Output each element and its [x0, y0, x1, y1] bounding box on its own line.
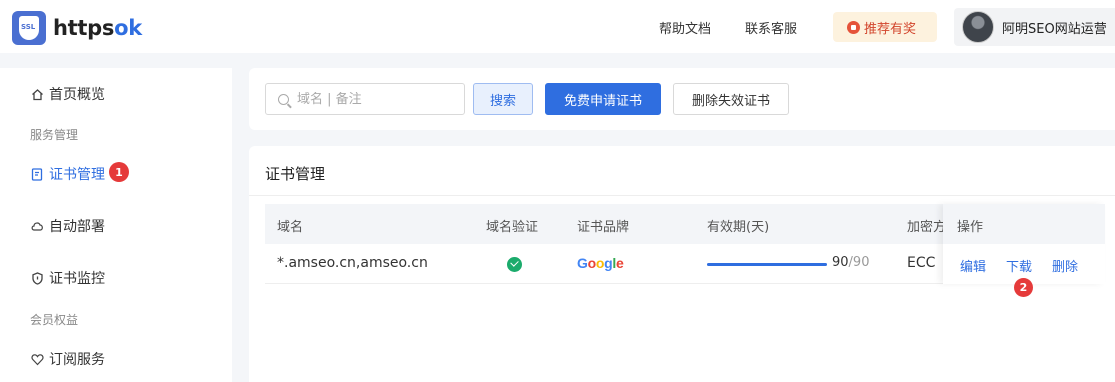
- column-header-verification: 域名验证: [486, 220, 539, 235]
- gift-icon: [847, 20, 860, 34]
- encryption-cell: ECC: [907, 255, 936, 271]
- column-header-validity: 有效期(天): [707, 220, 770, 235]
- operations-column: 操作 编辑 下载 删除 2: [943, 204, 1105, 297]
- operations-header: 操作: [943, 204, 1105, 244]
- cert-table-card: 证书管理 域名 域名验证 证书品牌 有效期(天) 加密方 *.amseo.cn,…: [249, 146, 1115, 382]
- column-header-encryption: 加密方: [907, 220, 947, 235]
- edit-link[interactable]: 编辑: [960, 256, 986, 275]
- sidebar-item-label: 首页概览: [49, 87, 105, 103]
- sidebar-item-cert-monitor[interactable]: 证书监控: [30, 268, 105, 288]
- avatar: [962, 11, 994, 43]
- sidebar-item-label: 证书管理: [49, 167, 105, 183]
- annotation-badge-2: 2: [1014, 278, 1033, 297]
- help-docs-link[interactable]: 帮助文档: [659, 18, 711, 37]
- column-header-operations: 操作: [957, 220, 984, 235]
- delete-link[interactable]: 删除: [1052, 256, 1078, 275]
- sidebar-item-cert-manage[interactable]: 证书管理: [30, 164, 105, 184]
- deploy-icon: [30, 219, 44, 233]
- apply-free-cert-button[interactable]: 免费申请证书: [545, 83, 661, 115]
- verified-check-icon: [507, 257, 522, 272]
- brand-name: httpsok: [53, 16, 142, 40]
- annotation-badge-1: 1: [109, 162, 129, 182]
- home-icon: [30, 87, 44, 101]
- sidebar-item-home[interactable]: 首页概览: [30, 84, 105, 104]
- user-menu[interactable]: 阿明SEO网站运营: [954, 8, 1115, 46]
- group-label-service: 服务管理: [30, 128, 79, 142]
- google-logo: Google: [577, 255, 624, 271]
- column-header-domain: 域名: [277, 220, 304, 235]
- certificate-icon: [30, 167, 44, 181]
- page-title: 证书管理: [265, 165, 326, 183]
- logo[interactable]: SSL httpsok: [12, 11, 142, 45]
- search-box: [265, 83, 465, 115]
- shield-icon: [30, 271, 44, 285]
- sidebar-item-label: 自动部署: [49, 219, 105, 235]
- validity-progress-fill: [707, 263, 827, 266]
- top-header: SSL httpsok 帮助文档 联系客服 推荐有奖 阿明SEO网站运营: [0, 0, 1115, 53]
- sidebar-item-auto-deploy[interactable]: 自动部署: [30, 216, 105, 236]
- download-link[interactable]: 下载: [1006, 256, 1032, 275]
- column-header-brand: 证书品牌: [577, 220, 630, 235]
- ssl-shield-icon: SSL: [12, 11, 46, 45]
- sidebar: 首页概览 服务管理 证书管理 1 自动部署 证书监控 会员权益 订阅服务: [0, 68, 232, 382]
- sidebar-item-label: 证书监控: [49, 271, 105, 287]
- heart-icon: [30, 352, 44, 366]
- sidebar-item-label: 订阅服务: [49, 352, 105, 368]
- toolbar: 搜索 免费申请证书 删除失效证书: [249, 68, 1115, 130]
- search-icon: [278, 93, 289, 105]
- user-name: 阿明SEO网站运营: [1002, 21, 1107, 37]
- delete-invalid-cert-button[interactable]: 删除失效证书: [673, 83, 789, 115]
- search-button[interactable]: 搜索: [473, 83, 533, 115]
- referral-reward-button[interactable]: 推荐有奖: [833, 12, 937, 42]
- group-label-member: 会员权益: [30, 313, 79, 327]
- divider: [249, 195, 1115, 196]
- contact-support-link[interactable]: 联系客服: [745, 18, 797, 37]
- referral-reward-label: 推荐有奖: [864, 21, 917, 37]
- validity-progress-bar: [707, 263, 827, 266]
- domain-cell: *.amseo.cn,amseo.cn: [277, 255, 428, 271]
- sidebar-item-subscribe[interactable]: 订阅服务: [30, 349, 105, 369]
- search-input[interactable]: [297, 91, 447, 107]
- validity-value: 90/90: [832, 255, 870, 270]
